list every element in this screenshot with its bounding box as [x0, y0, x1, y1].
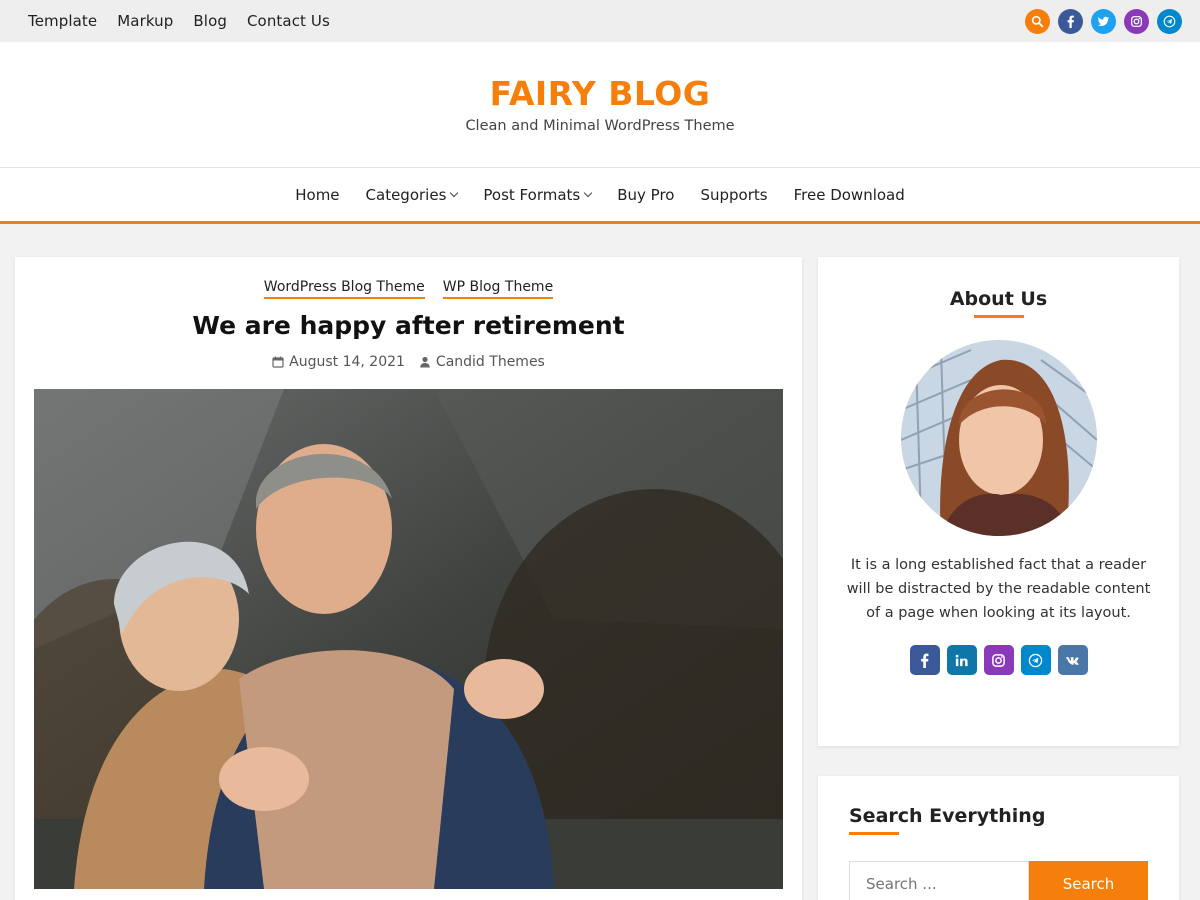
- telegram-icon[interactable]: [1020, 645, 1051, 675]
- nav-item-label: Buy Pro: [617, 185, 675, 204]
- about-social-icons: [818, 645, 1179, 675]
- search-widget-title: Search Everything: [849, 805, 1046, 827]
- category-link[interactable]: WordPress Blog Theme: [263, 279, 425, 299]
- post-author[interactable]: Candid Themes: [419, 354, 545, 370]
- nav-item-buy-pro[interactable]: Buy Pro: [617, 186, 674, 204]
- about-title: About Us: [949, 288, 1048, 310]
- nav-item-label: Free Download: [793, 185, 905, 204]
- linkedin-icon[interactable]: [946, 645, 977, 675]
- post-meta: August 14, 2021 Candid Themes: [15, 354, 802, 370]
- search-form: Search: [849, 861, 1148, 900]
- post-categories: WordPress Blog Theme WP Blog Theme: [15, 279, 802, 299]
- site-header: FAIRY BLOG Clean and Minimal WordPress T…: [0, 42, 1200, 168]
- site-title[interactable]: FAIRY BLOG: [0, 74, 1200, 113]
- top-social-icons: [1025, 8, 1182, 34]
- nav-item-home[interactable]: Home: [295, 186, 339, 204]
- nav-item-free-download[interactable]: Free Download: [794, 186, 905, 204]
- nav-item-post-formats[interactable]: Post Formats: [483, 185, 593, 204]
- telegram-icon[interactable]: [1157, 8, 1182, 34]
- post-card: WordPress Blog Theme WP Blog Theme We ar…: [15, 257, 802, 900]
- nav-item-label: Home: [295, 185, 340, 204]
- top-bar: Template Markup Blog Contact Us: [0, 0, 1200, 42]
- post-title[interactable]: We are happy after retirement: [15, 311, 802, 340]
- top-nav: Template Markup Blog Contact Us: [28, 12, 330, 30]
- chevron-down-icon: [450, 188, 459, 197]
- category-link[interactable]: WP Blog Theme: [442, 279, 554, 299]
- avatar-photo: [900, 340, 1097, 536]
- instagram-icon[interactable]: [1124, 8, 1149, 34]
- post-featured-image[interactable]: [34, 389, 783, 889]
- facebook-icon[interactable]: [1058, 8, 1083, 34]
- featured-photo: [34, 389, 783, 889]
- post-date[interactable]: August 14, 2021: [272, 354, 405, 370]
- nav-item-label: Post Formats: [483, 185, 581, 204]
- top-link-template[interactable]: Template: [28, 12, 97, 30]
- facebook-icon[interactable]: [909, 645, 940, 675]
- about-widget: About Us It is a long established fact t…: [818, 257, 1179, 746]
- title-underline: [973, 315, 1024, 318]
- top-link-blog[interactable]: Blog: [193, 12, 227, 30]
- avatar: [900, 340, 1097, 536]
- vk-icon[interactable]: [1057, 645, 1088, 675]
- calendar-icon: [272, 356, 284, 368]
- site-tagline: Clean and Minimal WordPress Theme: [465, 118, 735, 134]
- title-underline: [849, 832, 899, 835]
- top-link-contact-us[interactable]: Contact Us: [247, 12, 330, 30]
- top-link-markup[interactable]: Markup: [117, 12, 173, 30]
- twitter-icon[interactable]: [1091, 8, 1116, 34]
- post-author-text: Candid Themes: [435, 354, 545, 370]
- search-input[interactable]: [849, 861, 1029, 900]
- content-area: WordPress Blog Theme WP Blog Theme We ar…: [0, 224, 1200, 900]
- search-icon[interactable]: [1025, 8, 1050, 34]
- chevron-down-icon: [583, 188, 593, 197]
- search-button[interactable]: Search: [1029, 861, 1148, 900]
- nav-item-label: Categories: [365, 185, 447, 204]
- nav-item-label: Supports: [700, 185, 768, 204]
- post-date-text: August 14, 2021: [289, 354, 405, 370]
- nav-item-categories[interactable]: Categories: [365, 185, 459, 204]
- user-icon: [420, 356, 430, 368]
- about-text: It is a long established fact that a rea…: [846, 557, 1151, 621]
- nav-item-supports[interactable]: Supports: [700, 186, 767, 204]
- instagram-icon[interactable]: [983, 645, 1014, 675]
- main-nav: Home Categories Post Formats Buy Pro Sup…: [0, 168, 1200, 224]
- search-widget: Search Everything Search: [818, 776, 1179, 900]
